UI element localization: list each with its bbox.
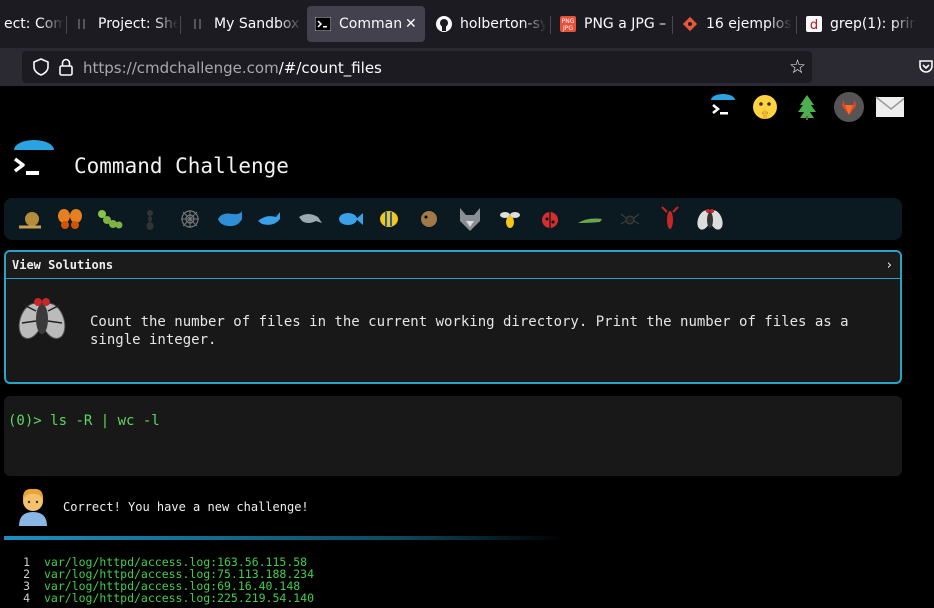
challenge-body: Count the number of files in the current…	[6, 279, 900, 382]
prompt-symbol: (0)>	[8, 413, 42, 429]
svg-text:JPG: JPG	[562, 25, 573, 32]
wolf-icon[interactable]	[450, 201, 490, 237]
cricket-icon[interactable]	[570, 201, 610, 237]
tab-bar: ect: Com Project: Shel My Sandbox Comman…	[0, 0, 934, 48]
holberton-icon	[190, 16, 206, 32]
tab-png-a-jpg[interactable]: PNG JPG PNG a JPG –	[552, 6, 670, 42]
lock-icon[interactable]	[58, 58, 74, 76]
spider-web-icon[interactable]	[170, 201, 210, 237]
command-text: ls -R | wc -l	[50, 413, 160, 429]
fly-icon[interactable]	[690, 201, 730, 237]
fly-icon	[16, 291, 68, 343]
mail-icon[interactable]	[874, 90, 908, 124]
challenge-panel: View Solutions › Count the number of fil…	[4, 250, 902, 384]
output-line: 4 var/log/httpd/access.log:225.219.54.140	[4, 592, 902, 604]
tab-grep[interactable]: d grep(1): prin	[798, 6, 916, 42]
tab-github[interactable]: holberton-sy	[428, 6, 546, 42]
url-text[interactable]: https://cmdchallenge.com/#/count_files	[83, 59, 382, 77]
terminal-icon[interactable]	[706, 90, 740, 124]
terminal-input-area[interactable]: (0)> ls -R | wc -l	[4, 396, 902, 476]
terminal-prompt[interactable]: (0)> ls -R | wc -l	[8, 413, 160, 429]
svg-text:d: d	[810, 18, 818, 32]
shushing-face-icon[interactable]	[748, 90, 782, 124]
page-scrollbar[interactable]	[904, 86, 934, 608]
tab-label: Command	[339, 16, 401, 32]
shark-icon[interactable]	[250, 201, 290, 237]
result-message: Correct! You have a new challenge!	[4, 486, 902, 536]
page-title: Command Challenge	[74, 154, 289, 178]
terminal-icon	[315, 16, 331, 32]
result-text: Correct! You have a new challenge!	[63, 500, 309, 514]
close-tab-icon[interactable]: ✕	[405, 16, 417, 32]
holberton-icon	[74, 16, 90, 32]
chevron-right-icon: ›	[886, 257, 892, 273]
divider-bar	[4, 536, 564, 540]
view-solutions-toggle[interactable]: View Solutions ›	[6, 252, 900, 279]
d-icon: d	[806, 16, 822, 32]
tab-project-com[interactable]: ect: Com	[0, 6, 64, 42]
view-solutions-label: View Solutions	[12, 258, 114, 272]
nav-bar: https://cmdchallenge.com/#/count_files ☆	[0, 48, 934, 86]
tab-label: PNG a JPG –	[584, 16, 667, 32]
url-bar[interactable]: https://cmdchallenge.com/#/count_files ☆	[22, 51, 812, 83]
tree-icon[interactable]	[790, 90, 824, 124]
fish-icon[interactable]	[330, 201, 370, 237]
shield-icon[interactable]	[32, 58, 50, 76]
tropical-fish-icon[interactable]	[370, 201, 410, 237]
tab-my-sandbox[interactable]: My Sandbox	[182, 6, 302, 42]
caterpillar-icon[interactable]	[90, 201, 130, 237]
site-logo[interactable]	[12, 138, 56, 182]
ant-icon[interactable]	[130, 201, 170, 237]
line-text: var/log/httpd/access.log:225.219.54.140	[44, 591, 315, 605]
spider-icon[interactable]	[610, 201, 650, 237]
dolphin-icon[interactable]	[290, 201, 330, 237]
lobster-icon[interactable]	[650, 201, 690, 237]
blowfish-icon[interactable]	[410, 201, 450, 237]
command-output: 1 var/log/httpd/access.log:163.56.115.58 …	[4, 556, 902, 604]
butterfly-icon[interactable]	[50, 201, 90, 237]
page-content: Command Challenge View Solutions › Count…	[0, 86, 934, 608]
bee-icon[interactable]	[490, 201, 530, 237]
person-icon	[16, 486, 50, 526]
tab-16-ejemplos[interactable]: 16 ejemplos	[674, 6, 792, 42]
whale-icon[interactable]	[210, 201, 250, 237]
challenge-progress-bar	[4, 198, 902, 240]
svg-text:PNG: PNG	[562, 18, 575, 25]
line-number: 4	[23, 591, 30, 605]
tab-command-challenge[interactable]: Command ✕	[307, 6, 425, 42]
ladybug-icon[interactable]	[530, 201, 570, 237]
git-icon	[682, 16, 698, 32]
gitlab-icon[interactable]	[832, 90, 866, 124]
bookmark-star-icon[interactable]: ☆	[789, 56, 806, 78]
pocket-icon[interactable]	[918, 58, 934, 74]
tab-project-shell[interactable]: Project: Shel	[66, 6, 178, 42]
github-icon	[436, 16, 452, 32]
snail-icon[interactable]	[10, 201, 50, 237]
header-icons	[706, 90, 908, 124]
png-jpg-icon: PNG JPG	[560, 16, 576, 32]
challenge-description: Count the number of files in the current…	[90, 314, 849, 348]
